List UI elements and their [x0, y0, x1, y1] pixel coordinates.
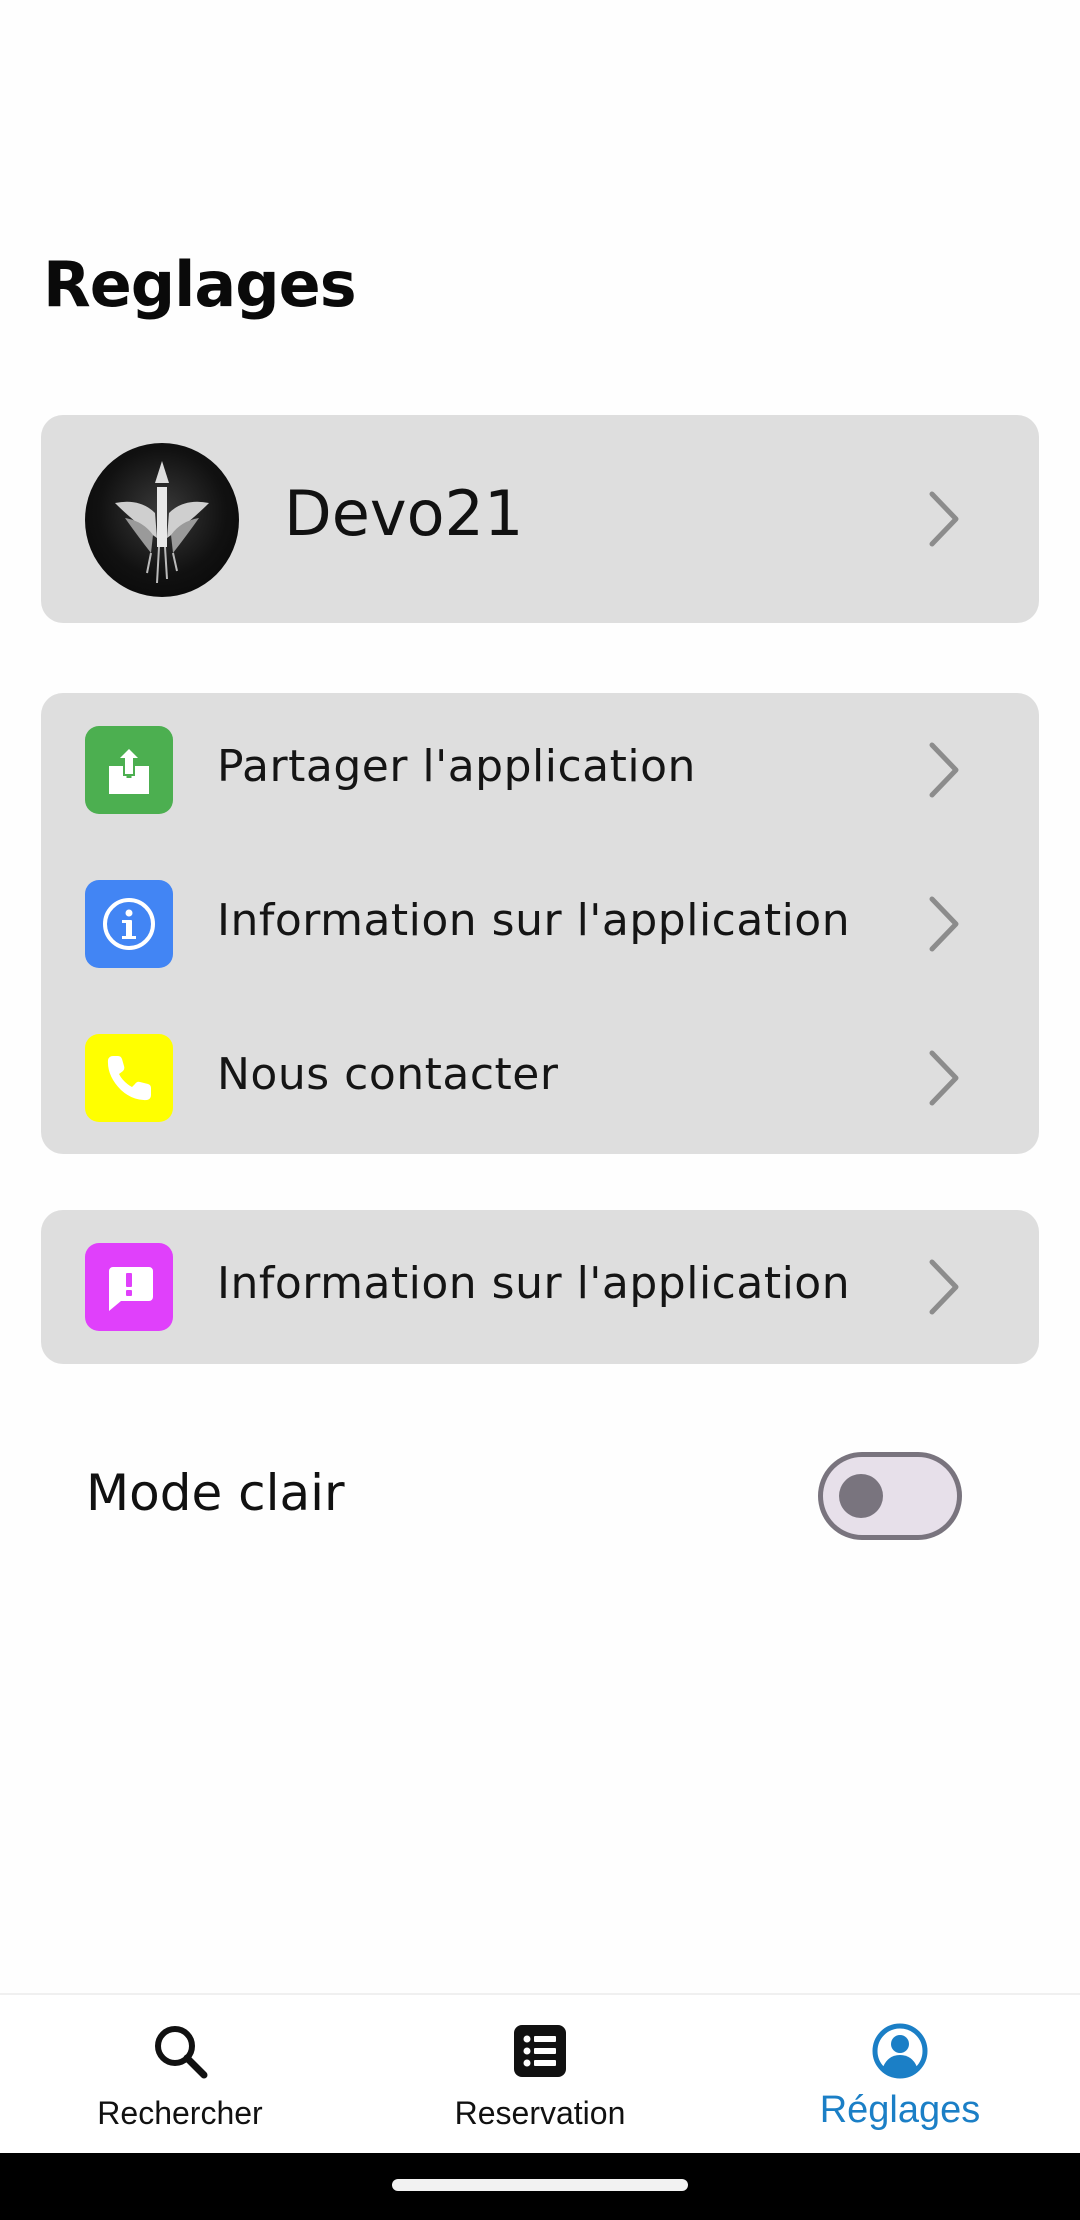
account-icon — [872, 2023, 928, 2079]
menu-item-label: Information sur l'application — [217, 1258, 851, 1309]
menu-item-share[interactable]: Partager l'application — [41, 693, 1039, 847]
mode-clair-row: Mode clair — [0, 1452, 1080, 1540]
info-icon — [85, 880, 173, 968]
mode-clair-toggle[interactable] — [818, 1452, 962, 1540]
list-icon — [514, 2025, 566, 2077]
menu-item-info[interactable]: Information sur l'application — [41, 847, 1039, 1001]
mode-clair-label: Mode clair — [86, 1464, 345, 1522]
chevron-right-icon — [929, 742, 959, 798]
chevron-right-icon — [929, 1259, 959, 1315]
profile-name: Devo21 — [284, 477, 524, 550]
search-icon — [155, 2026, 208, 2079]
bottom-navigation: Rechercher Reservation Réglages — [0, 1993, 1080, 2153]
avatar — [85, 443, 239, 597]
menu-item-app-info[interactable]: Information sur l'application — [41, 1210, 1039, 1364]
menu-item-contact[interactable]: Nous contacter — [41, 1001, 1039, 1155]
home-gesture-handle[interactable] — [392, 2179, 688, 2191]
page-title: Reglages — [43, 248, 357, 321]
menu-item-label: Nous contacter — [217, 1049, 559, 1100]
nav-label: Rechercher — [97, 2095, 263, 2131]
menu-item-label: Partager l'application — [217, 741, 696, 792]
profile-card[interactable]: Devo21 — [41, 415, 1039, 623]
phone-icon — [85, 1034, 173, 1122]
settings-screen: Reglages Devo21 Partager l'application I… — [0, 0, 1080, 2220]
chevron-right-icon — [929, 896, 959, 952]
nav-item-rechercher[interactable]: Rechercher — [0, 1995, 360, 2155]
system-gesture-bar — [0, 2153, 1080, 2220]
menu-card: Partager l'application Information sur l… — [41, 693, 1039, 1154]
share-icon — [85, 726, 173, 814]
menu-item-label: Information sur l'application — [217, 895, 851, 946]
nav-label: Réglages — [819, 2089, 981, 2131]
info-card[interactable]: Information sur l'application — [41, 1210, 1039, 1364]
chevron-right-icon — [929, 1050, 959, 1106]
nav-item-reservation[interactable]: Reservation — [360, 1995, 720, 2155]
chevron-right-icon — [929, 491, 959, 547]
toggle-knob — [839, 1474, 883, 1518]
report-icon — [85, 1243, 173, 1331]
nav-label: Reservation — [454, 2095, 626, 2131]
nav-item-reglages[interactable]: Réglages — [720, 1995, 1080, 2155]
